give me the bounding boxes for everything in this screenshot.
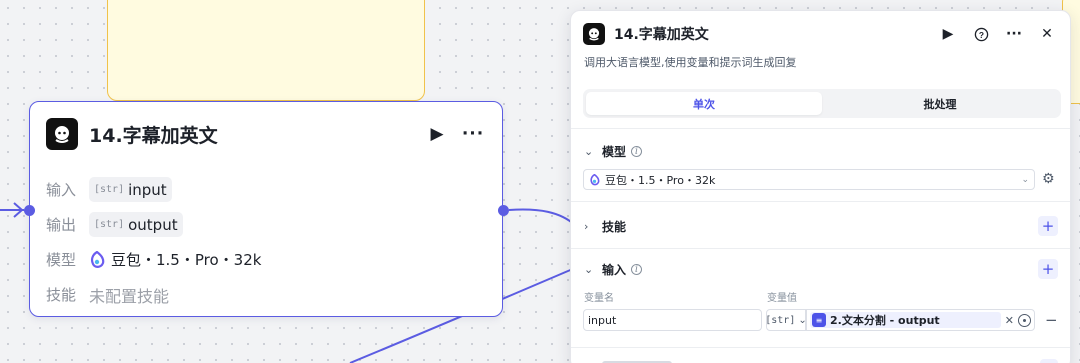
variable-value-header: 变量值 [767, 293, 797, 304]
clear-icon[interactable]: ✕ [1005, 314, 1014, 327]
info-icon: i [631, 145, 643, 157]
tab-single[interactable]: 单次 [586, 92, 822, 115]
text-split-node-icon: ≡ [812, 313, 826, 327]
node-output-row: 输出 [str] output [46, 207, 486, 242]
model-section-header[interactable]: ⌄ 模型 i [584, 141, 1058, 161]
workflow-canvas[interactable]: 14.字幕加英文 ▶ ··· 输入 [str] input 输出 [str] o… [0, 0, 1080, 363]
variable-value-field[interactable]: ≡ 2.文本分割 - output ✕ [806, 309, 1035, 331]
output-variable-pill: [str] output [89, 212, 183, 237]
svg-text:?: ? [978, 29, 983, 39]
output-label: 输出 [46, 216, 77, 234]
model-select[interactable]: 豆包・1.5・Pro・32k ⌄ [583, 169, 1035, 190]
skill-section-title: 技能 [602, 219, 627, 234]
chevron-down-icon: ⌄ [584, 359, 596, 363]
str-type-icon: [str] [765, 314, 796, 326]
model-value: 豆包・1.5・Pro・32k [111, 251, 262, 269]
node-output-port[interactable] [498, 205, 509, 216]
next-section-header[interactable]: ⌄ [584, 357, 1058, 363]
llm-node-card[interactable]: 14.字幕加英文 ▶ ··· 输入 [str] input 输出 [str] o… [29, 101, 503, 317]
skill-label: 技能 [46, 286, 77, 304]
gear-icon[interactable]: ⚙ [1042, 171, 1055, 187]
variable-reference-chip: ≡ 2.文本分割 - output [810, 312, 1001, 328]
chevron-right-icon: › [584, 219, 589, 233]
output-variable-name: output [128, 215, 178, 234]
node-title: 14.字幕加英文 [89, 124, 218, 147]
node-body: 输入 [str] input 输出 [str] output 模型 豆包・1.5… [46, 172, 486, 312]
mode-tabs: 单次 批处理 [583, 89, 1061, 118]
divider [571, 201, 1070, 202]
upstream-node[interactable] [107, 0, 425, 101]
input-label: 输入 [46, 181, 77, 199]
str-type-icon: [str] [94, 184, 125, 195]
variable-name-input[interactable]: input [583, 309, 762, 331]
panel-title: 14.字幕加英文 [614, 27, 709, 43]
node-skill-row: 技能 未配置技能 [46, 277, 486, 312]
variable-type-select[interactable]: [str] ⌄ [765, 309, 807, 331]
panel-header: 14.字幕加英文 ▶ ? ··· ✕ [583, 23, 1058, 45]
node-settings-panel: 14.字幕加英文 ▶ ? ··· ✕ 调用大语言模型,使用变量和提示词生成回复 … [570, 10, 1071, 363]
add-input-button[interactable]: + [1038, 259, 1058, 279]
node-model-row: 模型 豆包・1.5・Pro・32k [46, 242, 486, 277]
more-icon[interactable]: ··· [460, 121, 486, 147]
model-label: 模型 [46, 251, 77, 269]
variable-name-header: 变量名 [584, 293, 614, 304]
chevron-down-icon: ⌄ [584, 262, 594, 276]
input-variable-pill: [str] input [89, 177, 172, 202]
reference-text: 2.文本分割 - output [830, 314, 940, 327]
play-icon[interactable]: ▶ [424, 121, 450, 147]
skill-value: 未配置技能 [89, 286, 170, 306]
panel-description: 调用大语言模型,使用变量和提示词生成回复 [584, 56, 797, 69]
node-input-port[interactable] [24, 205, 35, 216]
divider [571, 248, 1070, 249]
chevron-down-icon: ⌄ [1021, 174, 1029, 185]
close-icon[interactable]: ✕ [1036, 23, 1058, 45]
llm-bot-icon [46, 118, 78, 150]
skill-section-header[interactable]: › 技能 + [584, 216, 1058, 236]
node-header: 14.字幕加英文 ▶ ··· [46, 118, 486, 150]
more-icon[interactable]: ··· [1003, 23, 1025, 45]
doubao-model-icon [90, 250, 105, 268]
model-select-value: 豆包・1.5・Pro・32k [605, 173, 716, 187]
model-section-title: 模型 [602, 144, 627, 159]
divider [571, 128, 1070, 129]
info-icon: i [631, 263, 643, 275]
input-variable-name: input [128, 180, 167, 199]
divider [571, 347, 1070, 348]
input-section-title: 输入 [602, 262, 627, 277]
target-icon[interactable] [1018, 313, 1031, 327]
chevron-down-icon: ⌄ [584, 144, 594, 158]
play-icon[interactable]: ▶ [937, 23, 959, 45]
add-button[interactable] [1040, 359, 1058, 363]
doubao-model-icon [590, 173, 600, 185]
tab-batch[interactable]: 批处理 [822, 92, 1058, 115]
help-icon[interactable]: ? [970, 23, 992, 45]
input-section-header[interactable]: ⌄ 输入 i + [584, 259, 1058, 279]
node-input-row: 输入 [str] input [46, 172, 486, 207]
remove-input-button[interactable]: − [1045, 311, 1058, 329]
str-type-icon: [str] [94, 219, 125, 230]
llm-bot-icon [583, 23, 605, 45]
add-skill-button[interactable]: + [1038, 216, 1058, 236]
